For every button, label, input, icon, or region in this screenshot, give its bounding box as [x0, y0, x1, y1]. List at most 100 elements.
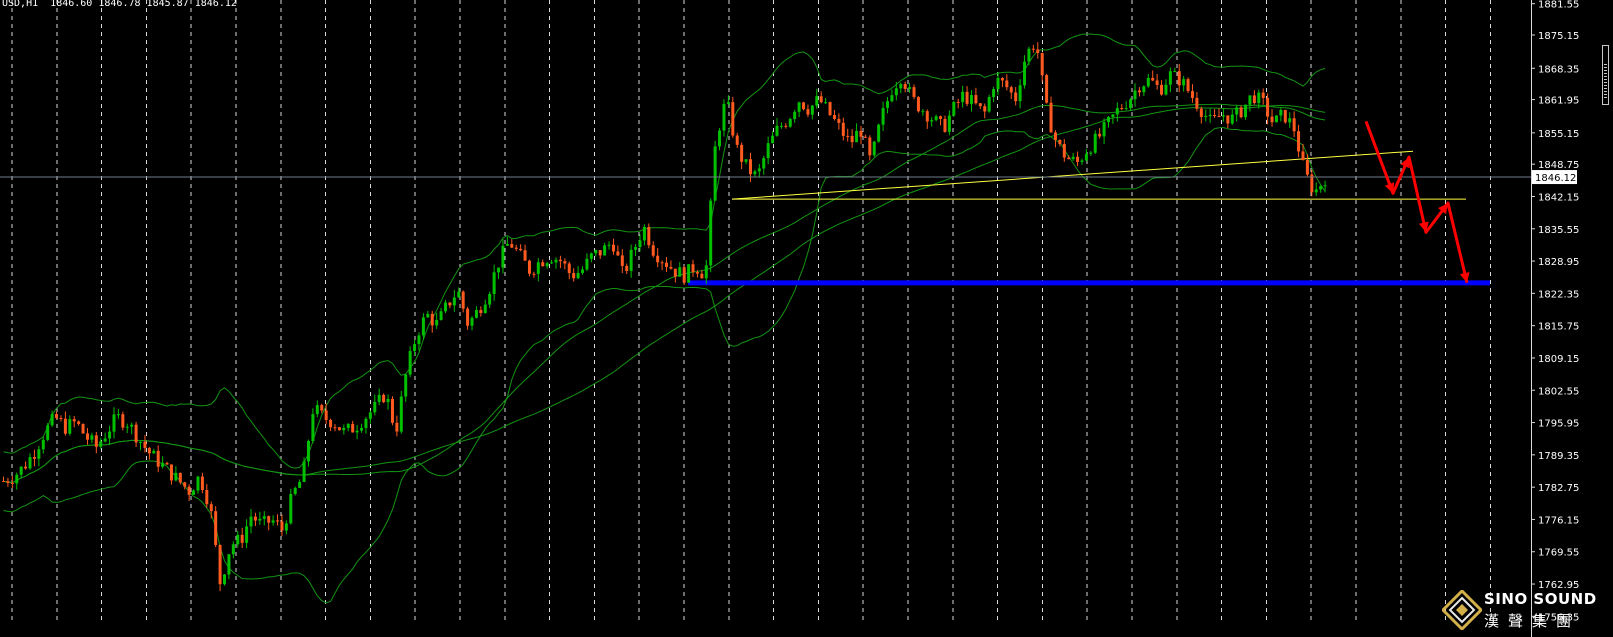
candle-body — [1252, 95, 1256, 104]
candle-body — [1266, 97, 1270, 117]
candle-body — [846, 135, 850, 137]
candle-body — [280, 521, 284, 531]
candle-body — [1235, 107, 1239, 115]
candle-body — [461, 291, 465, 309]
open-value: 1846.60 — [50, 0, 93, 9]
candle-body — [629, 249, 633, 271]
candle-body — [647, 226, 651, 246]
candle-body — [1098, 133, 1102, 137]
candle-body — [793, 111, 797, 120]
candle-body — [262, 516, 266, 519]
candle-body — [802, 102, 806, 110]
scale-handle[interactable] — [1602, 45, 1609, 105]
candle-body — [214, 511, 218, 546]
candle-body — [178, 472, 182, 483]
candle-body — [85, 433, 89, 440]
candle-body — [1168, 71, 1172, 85]
tick-label: 1861.95 — [1538, 96, 1579, 107]
candle-body — [894, 88, 898, 96]
candle-body — [457, 291, 461, 298]
candle-body — [753, 171, 757, 175]
candle-body — [1080, 160, 1084, 162]
candle-body — [1053, 132, 1057, 140]
candle-body — [470, 317, 474, 326]
candle-body — [63, 418, 67, 434]
tick-label: 1842.15 — [1538, 192, 1579, 203]
candle-body — [956, 101, 960, 103]
candle-body — [249, 516, 253, 527]
candle-body — [386, 398, 390, 403]
candle-body — [329, 419, 333, 428]
candle-body — [1186, 79, 1190, 92]
candle-body — [669, 266, 673, 269]
candle-body — [399, 396, 403, 432]
candle-body — [1221, 115, 1225, 117]
candle-body — [346, 423, 350, 428]
candle-body — [1274, 115, 1278, 123]
candle-body — [1031, 48, 1035, 50]
candle-body — [77, 421, 81, 424]
candle-body — [209, 504, 213, 512]
candle-body — [302, 461, 306, 482]
candle-body — [682, 267, 686, 283]
candle-body — [921, 111, 925, 113]
candle-body — [426, 313, 430, 318]
candle-body — [1199, 108, 1203, 117]
candle-body — [757, 168, 761, 172]
candle-body — [974, 95, 978, 104]
candle-body — [125, 426, 129, 428]
candle-body — [32, 457, 36, 459]
candle-body — [430, 313, 434, 326]
candle-body — [947, 115, 951, 132]
candle-body — [479, 310, 483, 314]
candle-body — [912, 87, 916, 98]
candle-body — [740, 144, 744, 162]
candle-body — [572, 273, 576, 279]
candle-body — [37, 449, 41, 459]
candle-body — [1102, 122, 1106, 137]
candle-body — [815, 96, 819, 106]
candle-body — [510, 244, 514, 248]
candle-body — [709, 200, 713, 266]
candle-body — [536, 262, 540, 274]
tick-label: 1848.75 — [1538, 160, 1579, 171]
candle-body — [192, 490, 196, 495]
candle-body — [169, 464, 173, 481]
analysis-annotations — [688, 150, 1490, 286]
logo-text-cn: 漢聲集團 — [1484, 612, 1581, 630]
tick-label: 1802.55 — [1538, 386, 1579, 397]
candle-body — [607, 244, 611, 246]
candle-body — [726, 102, 730, 104]
candle-body — [1067, 157, 1071, 160]
candle-body — [1314, 189, 1318, 193]
candle-body — [351, 423, 355, 433]
candle-body — [94, 435, 98, 447]
tick-label: 1828.95 — [1538, 257, 1579, 268]
candle-body — [992, 89, 996, 98]
candle-body — [200, 476, 204, 491]
candle-body — [1089, 152, 1093, 154]
candle-body — [983, 106, 987, 112]
candle-body — [1323, 185, 1327, 187]
candle-body — [581, 269, 585, 273]
candle-body — [245, 526, 249, 543]
candle-body — [625, 265, 629, 271]
candle-body — [2, 481, 5, 483]
candle-body — [1062, 143, 1066, 158]
candle-body — [1129, 99, 1133, 109]
candle-body — [819, 96, 823, 103]
candle-body — [276, 520, 280, 522]
candle-body — [28, 457, 32, 469]
candle-body — [227, 554, 231, 575]
candle-body — [1000, 78, 1004, 81]
candle-body — [598, 250, 602, 256]
candle-body — [223, 574, 226, 585]
candle-body — [298, 481, 302, 488]
candle-body — [59, 418, 63, 420]
candle-body — [1045, 75, 1049, 103]
candle-body — [382, 394, 386, 403]
candle-body — [828, 102, 832, 116]
candle-body — [81, 423, 85, 434]
candle-body — [634, 247, 638, 250]
candle-body — [435, 320, 439, 326]
